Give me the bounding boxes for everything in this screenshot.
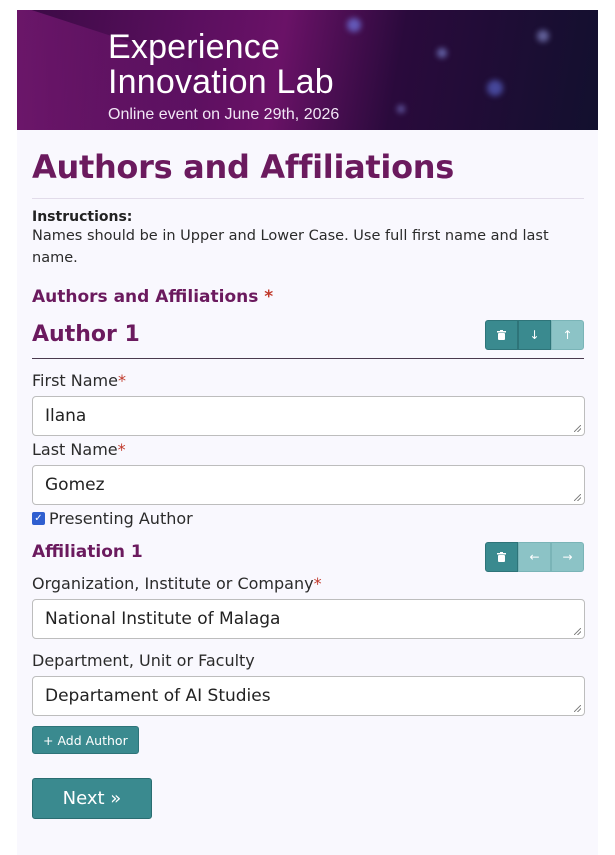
first-name-label: First Name* xyxy=(32,371,584,390)
section-label: Authors and Affiliations * xyxy=(32,287,584,307)
page-title: Authors and Affiliations xyxy=(32,148,584,199)
author-header: Author 1 ↓ ↑ xyxy=(32,319,584,359)
affiliation-title: Affiliation 1 xyxy=(32,542,143,562)
banner-light xyxy=(397,105,405,113)
banner-light xyxy=(537,30,549,42)
trash-icon xyxy=(497,552,506,562)
organization-field[interactable]: National Institute of Malaga xyxy=(32,599,585,639)
author-title: Author 1 xyxy=(32,322,140,347)
form-page: Experience Innovation Lab Online event o… xyxy=(17,10,598,855)
department-label: Department, Unit or Faculty xyxy=(32,651,255,670)
last-name-label: Last Name* xyxy=(32,440,584,459)
form-content: Authors and Affiliations Instructions: N… xyxy=(17,148,598,819)
organization-label-text: Organization, Institute or Company xyxy=(32,574,314,593)
affiliation-actions: ← → xyxy=(485,542,584,572)
delete-author-button[interactable] xyxy=(485,319,518,350)
banner-title-line2: Innovation Lab xyxy=(108,63,334,101)
required-mark: * xyxy=(313,574,322,593)
move-affiliation-left-button[interactable]: ← xyxy=(518,542,551,572)
arrow-right-icon: → xyxy=(562,550,573,564)
banner-subtitle: Online event on June 29th, 2026 xyxy=(108,106,340,123)
delete-affiliation-button[interactable] xyxy=(485,542,518,572)
add-author-button[interactable]: + Add Author xyxy=(32,726,139,754)
instructions-text: Names should be in Upper and Lower Case.… xyxy=(32,228,549,266)
arrow-up-icon: ↑ xyxy=(562,327,573,342)
instructions-heading: Instructions: xyxy=(32,209,133,225)
presenting-author-label: Presenting Author xyxy=(49,509,193,528)
presenting-author-row: ✓ Presenting Author xyxy=(32,509,584,528)
move-affiliation-right-button[interactable]: → xyxy=(551,542,584,572)
organization-label: Organization, Institute or Company* xyxy=(32,574,584,593)
author-actions: ↓ ↑ xyxy=(485,319,584,350)
move-author-down-button[interactable]: ↓ xyxy=(518,319,551,350)
last-name-field[interactable]: Gomez xyxy=(32,465,585,505)
banner-light xyxy=(347,18,361,32)
next-button[interactable]: Next » xyxy=(32,778,152,819)
banner-light xyxy=(437,48,447,58)
required-mark: * xyxy=(264,287,274,307)
banner-light xyxy=(487,80,503,96)
affiliation-header: Affiliation 1 ← → xyxy=(32,542,584,572)
trash-icon xyxy=(497,329,506,340)
section-label-text: Authors and Affiliations xyxy=(32,287,259,307)
last-name-label-text: Last Name xyxy=(32,440,118,459)
move-author-up-button[interactable]: ↑ xyxy=(551,319,584,350)
required-mark: * xyxy=(117,440,126,459)
first-name-label-text: First Name xyxy=(32,371,118,390)
arrow-down-icon: ↓ xyxy=(529,327,540,342)
required-mark: * xyxy=(117,371,126,390)
banner-title-line1: Experience xyxy=(108,28,281,66)
event-banner: Experience Innovation Lab Online event o… xyxy=(17,10,598,130)
arrow-left-icon: ← xyxy=(529,550,540,564)
first-name-field[interactable]: Ilana xyxy=(32,396,585,436)
department-field[interactable]: Departament of AI Studies xyxy=(32,676,585,716)
presenting-author-checkbox[interactable]: ✓ xyxy=(32,512,45,525)
